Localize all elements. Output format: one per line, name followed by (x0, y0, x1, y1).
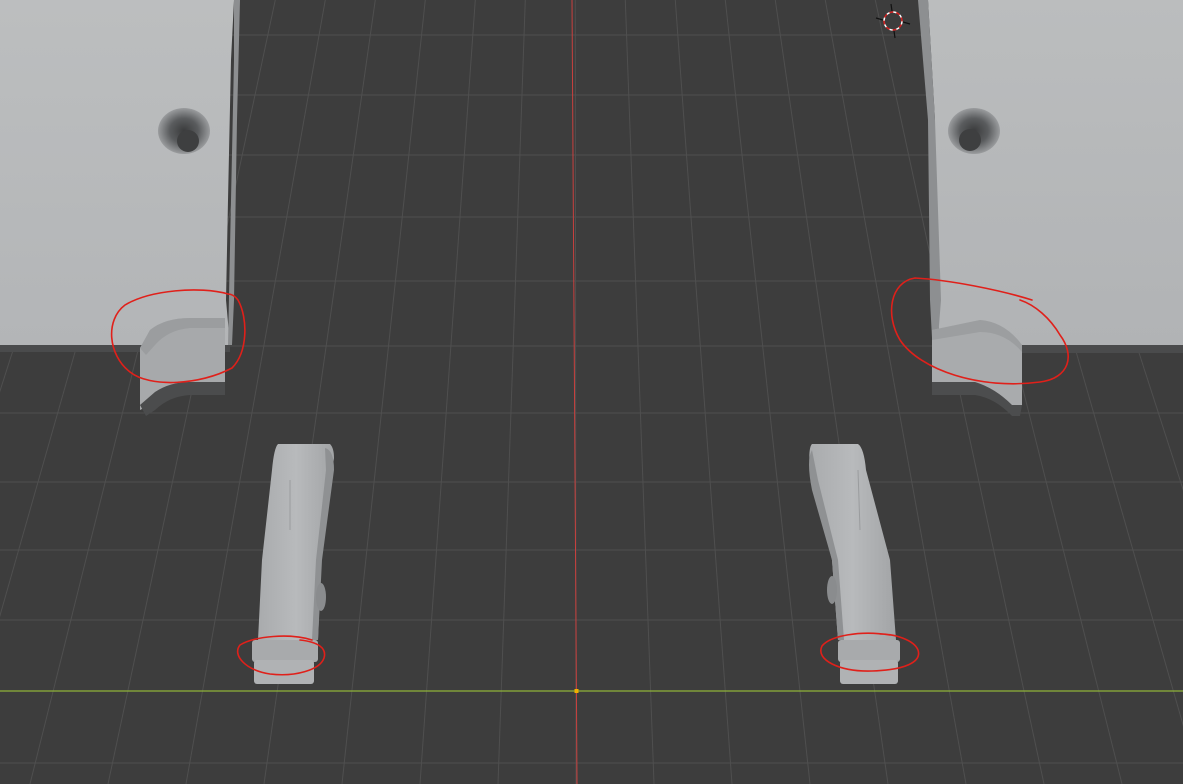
y-axis-line (571, 0, 578, 784)
3d-cursor-icon[interactable] (875, 3, 911, 39)
grid-line (497, 0, 526, 784)
world-origin-point (574, 689, 579, 693)
3d-viewport[interactable] (0, 0, 1183, 784)
bracket-right-mesh[interactable] (918, 0, 1183, 416)
grid-line (724, 0, 811, 784)
grid-line (624, 0, 655, 784)
grid-line (419, 0, 476, 784)
lever-right-mesh[interactable] (809, 444, 900, 684)
grid-line (674, 0, 733, 784)
grid-line (341, 0, 426, 784)
bracket-left-mesh[interactable] (0, 0, 240, 416)
viewport-canvas[interactable] (0, 0, 1183, 784)
